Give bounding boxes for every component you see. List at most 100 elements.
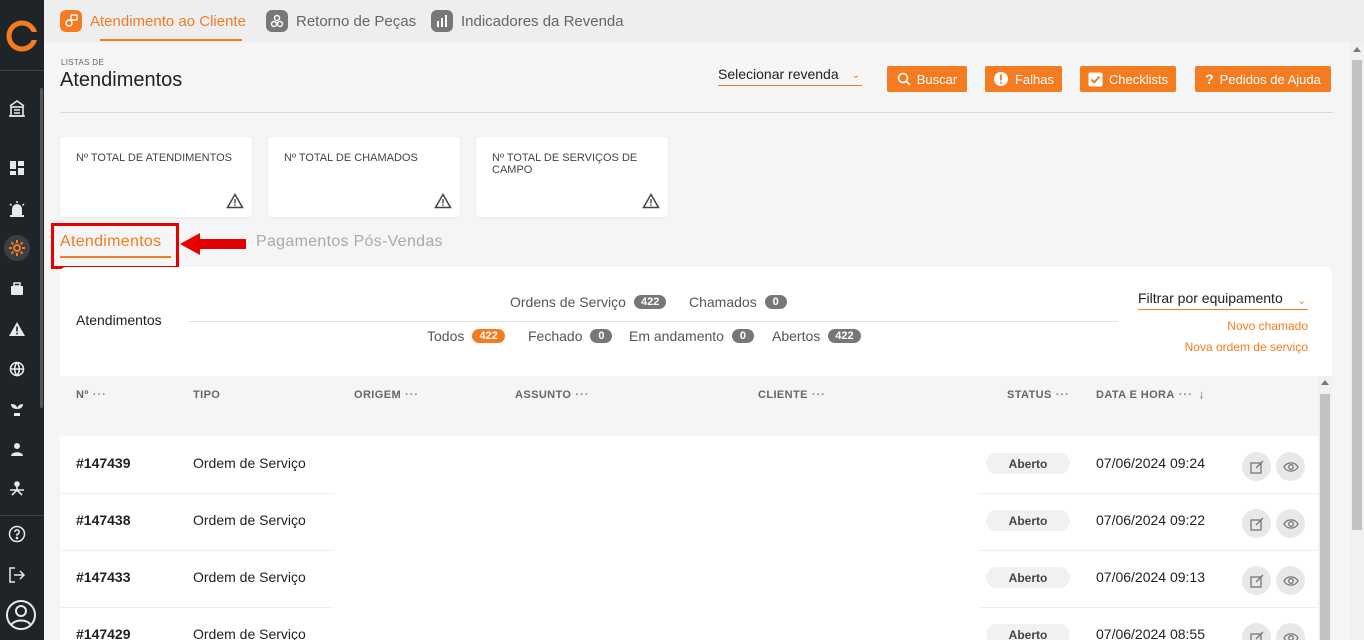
- pedidos-ajuda-button[interactable]: ? Pedidos de Ajuda: [1195, 66, 1331, 92]
- tab-atendimento-cliente[interactable]: Atendimento ao Cliente: [60, 8, 246, 34]
- table-row[interactable]: #147429 Ordem de Serviço Aberto 07/06/20…: [60, 608, 1318, 640]
- service-gear-icon[interactable]: [4, 235, 30, 261]
- table-scrollbar-thumb[interactable]: [1320, 394, 1330, 640]
- scroll-up-arrow-icon[interactable]: [1321, 380, 1329, 385]
- table-row[interactable]: #147438 Ordem de Serviço Aberto 07/06/20…: [60, 494, 1318, 551]
- novo-chamado-link[interactable]: Novo chamado: [1227, 319, 1308, 333]
- column-origem[interactable]: ORIGEM ···: [354, 389, 419, 401]
- row-tipo: Ordem de Serviço: [193, 455, 306, 471]
- filter-label: Ordens de Serviço: [510, 294, 626, 310]
- card-label: Nº TOTAL DE SERVIÇOS DE CAMPO: [492, 152, 638, 176]
- eye-icon: [1282, 632, 1299, 640]
- location-user-icon[interactable]: [6, 438, 28, 460]
- view-button[interactable]: [1276, 566, 1305, 595]
- dashboard-icon[interactable]: [6, 157, 28, 179]
- header-divider: [60, 112, 1333, 113]
- user-avatar-icon[interactable]: [4, 598, 38, 632]
- eye-icon: [1282, 461, 1299, 472]
- falhas-button[interactable]: Falhas: [985, 66, 1062, 92]
- warning-icon: [434, 193, 452, 209]
- filter-chamados[interactable]: Chamados 0: [689, 294, 787, 310]
- view-button[interactable]: [1276, 623, 1305, 640]
- parts-return-icon[interactable]: [6, 278, 28, 300]
- filter-label: Todos: [427, 328, 465, 344]
- filter-ordens-servico[interactable]: Ordens de Serviço 422: [510, 294, 667, 310]
- filter-abertos[interactable]: Abertos 422: [772, 328, 861, 344]
- network-icon[interactable]: [6, 478, 28, 500]
- edit-button[interactable]: [1242, 509, 1271, 538]
- row-number: #147439: [76, 455, 131, 471]
- row-data-hora: 07/06/2024 09:24: [1096, 455, 1205, 471]
- plant-icon[interactable]: [6, 398, 28, 420]
- page-subtitle: LISTAS DE: [61, 58, 105, 67]
- checklists-button[interactable]: Checklists: [1080, 66, 1176, 92]
- edit-icon: [1249, 574, 1263, 588]
- warning-icon[interactable]: [6, 318, 28, 340]
- nova-ordem-servico-link[interactable]: Nova ordem de serviço: [1185, 340, 1308, 354]
- edit-button[interactable]: [1242, 623, 1271, 640]
- edit-button[interactable]: [1242, 566, 1271, 595]
- sidebar-scrollbar[interactable]: [40, 88, 43, 408]
- view-button[interactable]: [1276, 509, 1305, 538]
- panel-title: Atendimentos: [76, 312, 162, 328]
- bar-chart-icon: [431, 10, 453, 32]
- tab-label: Indicadores da Revenda: [461, 12, 624, 30]
- row-data-hora: 07/06/2024 08:55: [1096, 626, 1205, 640]
- column-data-hora[interactable]: DATA E HORA ··· ↓: [1096, 389, 1205, 401]
- view-button[interactable]: [1276, 452, 1305, 481]
- filter-label: Chamados: [689, 294, 757, 310]
- sidebar-divider-bottom: [0, 515, 44, 516]
- filtrar-equipamento-dropdown[interactable]: Filtrar por equipamento ⌄: [1138, 290, 1308, 310]
- edit-button[interactable]: [1242, 452, 1271, 481]
- column-assunto[interactable]: ASSUNTO ···: [515, 389, 589, 401]
- chevron-down-icon: ⌄: [1297, 296, 1306, 307]
- select-revenda-dropdown[interactable]: Selecionar revenda ⌄: [718, 66, 862, 86]
- tab-label: Retorno de Peças: [296, 12, 417, 30]
- highlight-annotation-box: [51, 223, 179, 269]
- tab-pagamentos-pos-vendas[interactable]: Pagamentos Pós-Vendas: [256, 233, 443, 251]
- card-label: Nº TOTAL DE ATENDIMENTOS: [76, 152, 233, 164]
- atendimentos-panel: Atendimentos Ordens de Serviço 422 Chama…: [60, 267, 1332, 640]
- status-badge: Aberto: [986, 453, 1070, 474]
- filter-fechado[interactable]: Fechado 0: [528, 328, 613, 344]
- checklists-label: Checklists: [1108, 71, 1169, 87]
- sidebar: [0, 0, 44, 640]
- card-total-servicos-campo: Nº TOTAL DE SERVIÇOS DE CAMPO: [476, 137, 668, 217]
- page-scrollbar-thumb[interactable]: [1352, 60, 1362, 530]
- table-scrollbar[interactable]: [1318, 376, 1332, 640]
- buscar-button[interactable]: Buscar: [887, 66, 967, 92]
- customer-service-icon: [60, 10, 82, 32]
- sort-down-arrow-icon[interactable]: ↓: [1199, 389, 1205, 401]
- buscar-label: Buscar: [916, 71, 958, 87]
- tab-retorno-pecas[interactable]: Retorno de Peças: [266, 8, 416, 34]
- column-cliente[interactable]: CLIENTE ···: [758, 389, 826, 401]
- scroll-up-arrow-icon[interactable]: [1353, 47, 1361, 52]
- column-tipo[interactable]: TIPO: [193, 389, 220, 401]
- tab-indicadores-revenda[interactable]: Indicadores da Revenda: [431, 8, 624, 34]
- row-data-hora: 07/06/2024 09:13: [1096, 569, 1205, 585]
- sidebar-divider: [0, 70, 44, 71]
- column-status[interactable]: STATUS ···: [1007, 389, 1070, 401]
- table-row[interactable]: #147439 Ordem de Serviço Aberto 07/06/20…: [60, 437, 1318, 494]
- filter-todos[interactable]: Todos 422: [427, 328, 505, 344]
- brand-logo-icon[interactable]: [6, 20, 38, 52]
- alert-circle-icon: [993, 72, 1008, 86]
- globe-icon[interactable]: [6, 358, 28, 380]
- table-row[interactable]: #147433 Ordem de Serviço Aberto 07/06/20…: [60, 551, 1318, 608]
- status-badge: Aberto: [986, 624, 1070, 640]
- top-tabs-bar: Atendimento ao Cliente Retorno de Peças …: [44, 0, 1364, 42]
- page-title: Atendimentos: [60, 69, 183, 91]
- warning-icon: [642, 193, 660, 209]
- siren-alert-icon[interactable]: [6, 198, 28, 220]
- filtrar-equipamento-label: Filtrar por equipamento: [1138, 290, 1283, 306]
- edit-icon: [1249, 460, 1263, 474]
- dealer-store-icon[interactable]: [6, 98, 28, 120]
- logout-icon[interactable]: [6, 564, 28, 586]
- count-badge: 422: [633, 295, 667, 309]
- filter-em-andamento[interactable]: Em andamento 0: [629, 328, 754, 344]
- help-icon[interactable]: [6, 523, 28, 545]
- falhas-label: Falhas: [1014, 71, 1055, 87]
- edit-icon: [1249, 631, 1263, 640]
- page-scrollbar[interactable]: [1350, 42, 1364, 640]
- column-num[interactable]: Nº ···: [76, 389, 107, 401]
